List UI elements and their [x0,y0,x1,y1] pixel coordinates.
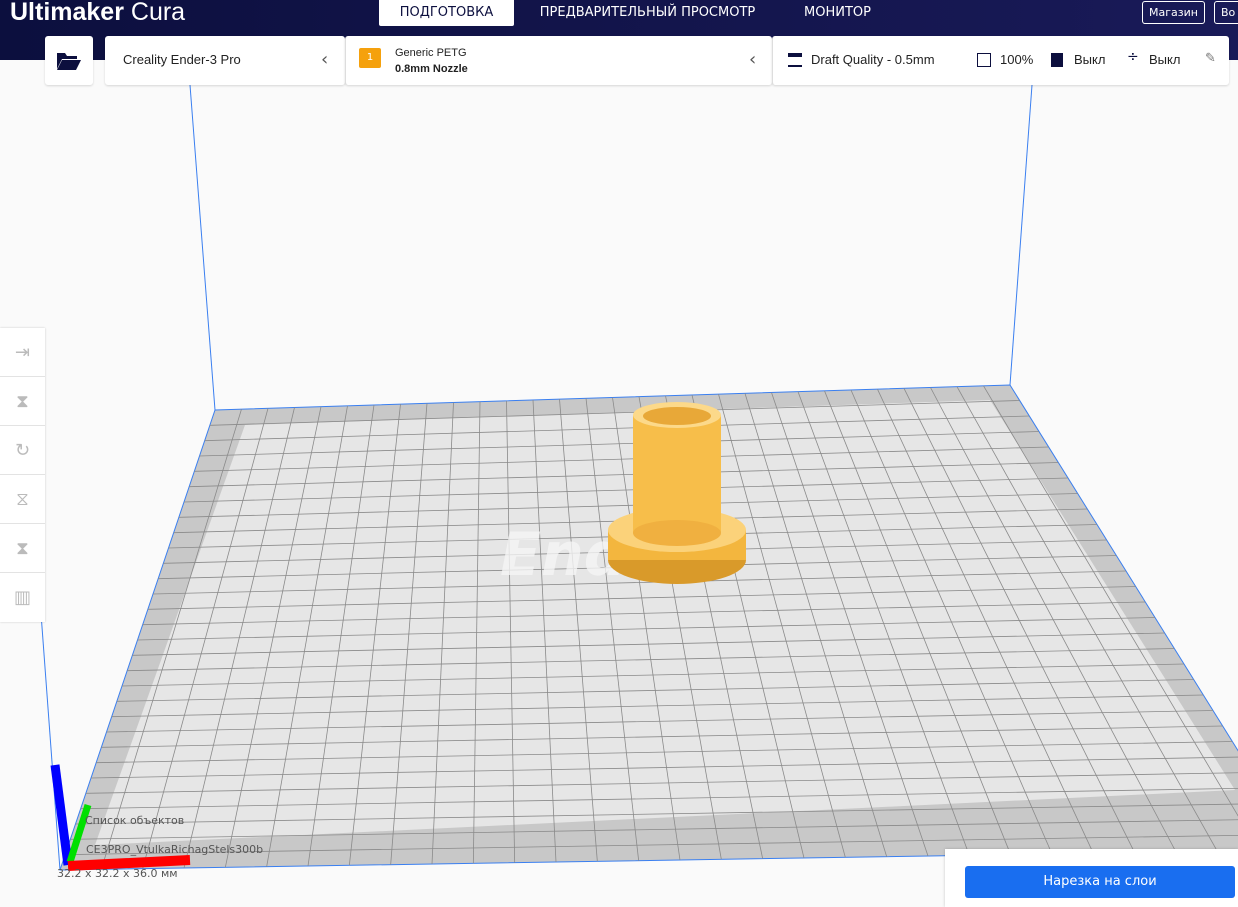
support-icon [1051,53,1063,67]
open-file-button[interactable] [45,36,93,85]
tab-preview[interactable]: ПРЕДВАРИТЕЛЬНЫЙ ПРОСМОТР [530,0,765,26]
printer-selector[interactable]: Creality Ender-3 Pro ‹ [105,36,345,85]
chevron-left-icon: ‹ [321,49,329,70]
chevron-left-icon: ‹ [749,49,757,70]
infill-value: 100% [1000,52,1034,67]
nozzle-size: 0.8mm Nozzle [395,63,468,75]
move-tool-icon[interactable]: ⇥ [0,328,45,377]
scale-tool-icon[interactable]: ⧗ [0,377,45,426]
per-model-settings-icon[interactable]: ⧗ [0,524,45,573]
infill-icon [977,53,991,67]
adhesion-icon: ÷ [1127,49,1139,65]
slice-button[interactable]: Нарезка на слои [965,866,1235,898]
object-name[interactable]: CE3PRO_VtulkaRichagStels300b [86,843,263,856]
slice-panel: Нарезка на слои [945,849,1238,907]
marketplace-button[interactable]: Магазин [1142,1,1205,24]
object-dimensions: 32.2 x 32.2 x 36.0 мм [57,867,178,880]
quality-profile: Draft Quality - 0.5mm [811,52,935,67]
tab-monitor[interactable]: МОНИТОР [790,0,885,26]
print-settings-selector[interactable]: Draft Quality - 0.5mm 100% Выкл ÷ Выкл ✎ [772,36,1229,85]
app-logo: Ultimaker Cura [10,0,185,27]
extruder-badge-icon: 1 [359,48,381,68]
tool-panel: ⇥ ⧗ ↻ ⧖ ⧗ ▥ [0,328,45,622]
folder-icon [57,53,81,70]
support-blocker-icon[interactable]: ▥ [0,573,45,622]
mirror-tool-icon[interactable]: ⧖ [0,475,45,524]
extruder-number: 1 [366,52,374,63]
3d-viewport[interactable]: Ender [0,60,1238,907]
rotate-tool-icon[interactable]: ↻ [0,426,45,475]
logo-bold: Ultimaker [10,0,124,26]
signin-button[interactable]: Во [1214,1,1238,24]
adhesion-value: Выкл [1149,52,1181,67]
profile-icon [788,53,802,67]
logo-light: Cura [123,0,186,26]
material-name: Generic PETG [395,47,467,59]
support-value: Выкл [1074,52,1106,67]
pencil-icon: ✎ [1205,51,1216,66]
object-list-header[interactable]: Список объектов [85,814,184,827]
material-selector[interactable]: 1 Generic PETG 0.8mm Nozzle ‹ [345,36,772,85]
printer-name: Creality Ender-3 Pro [123,52,241,67]
tab-prepare[interactable]: ПОДГОТОВКА [379,0,514,26]
